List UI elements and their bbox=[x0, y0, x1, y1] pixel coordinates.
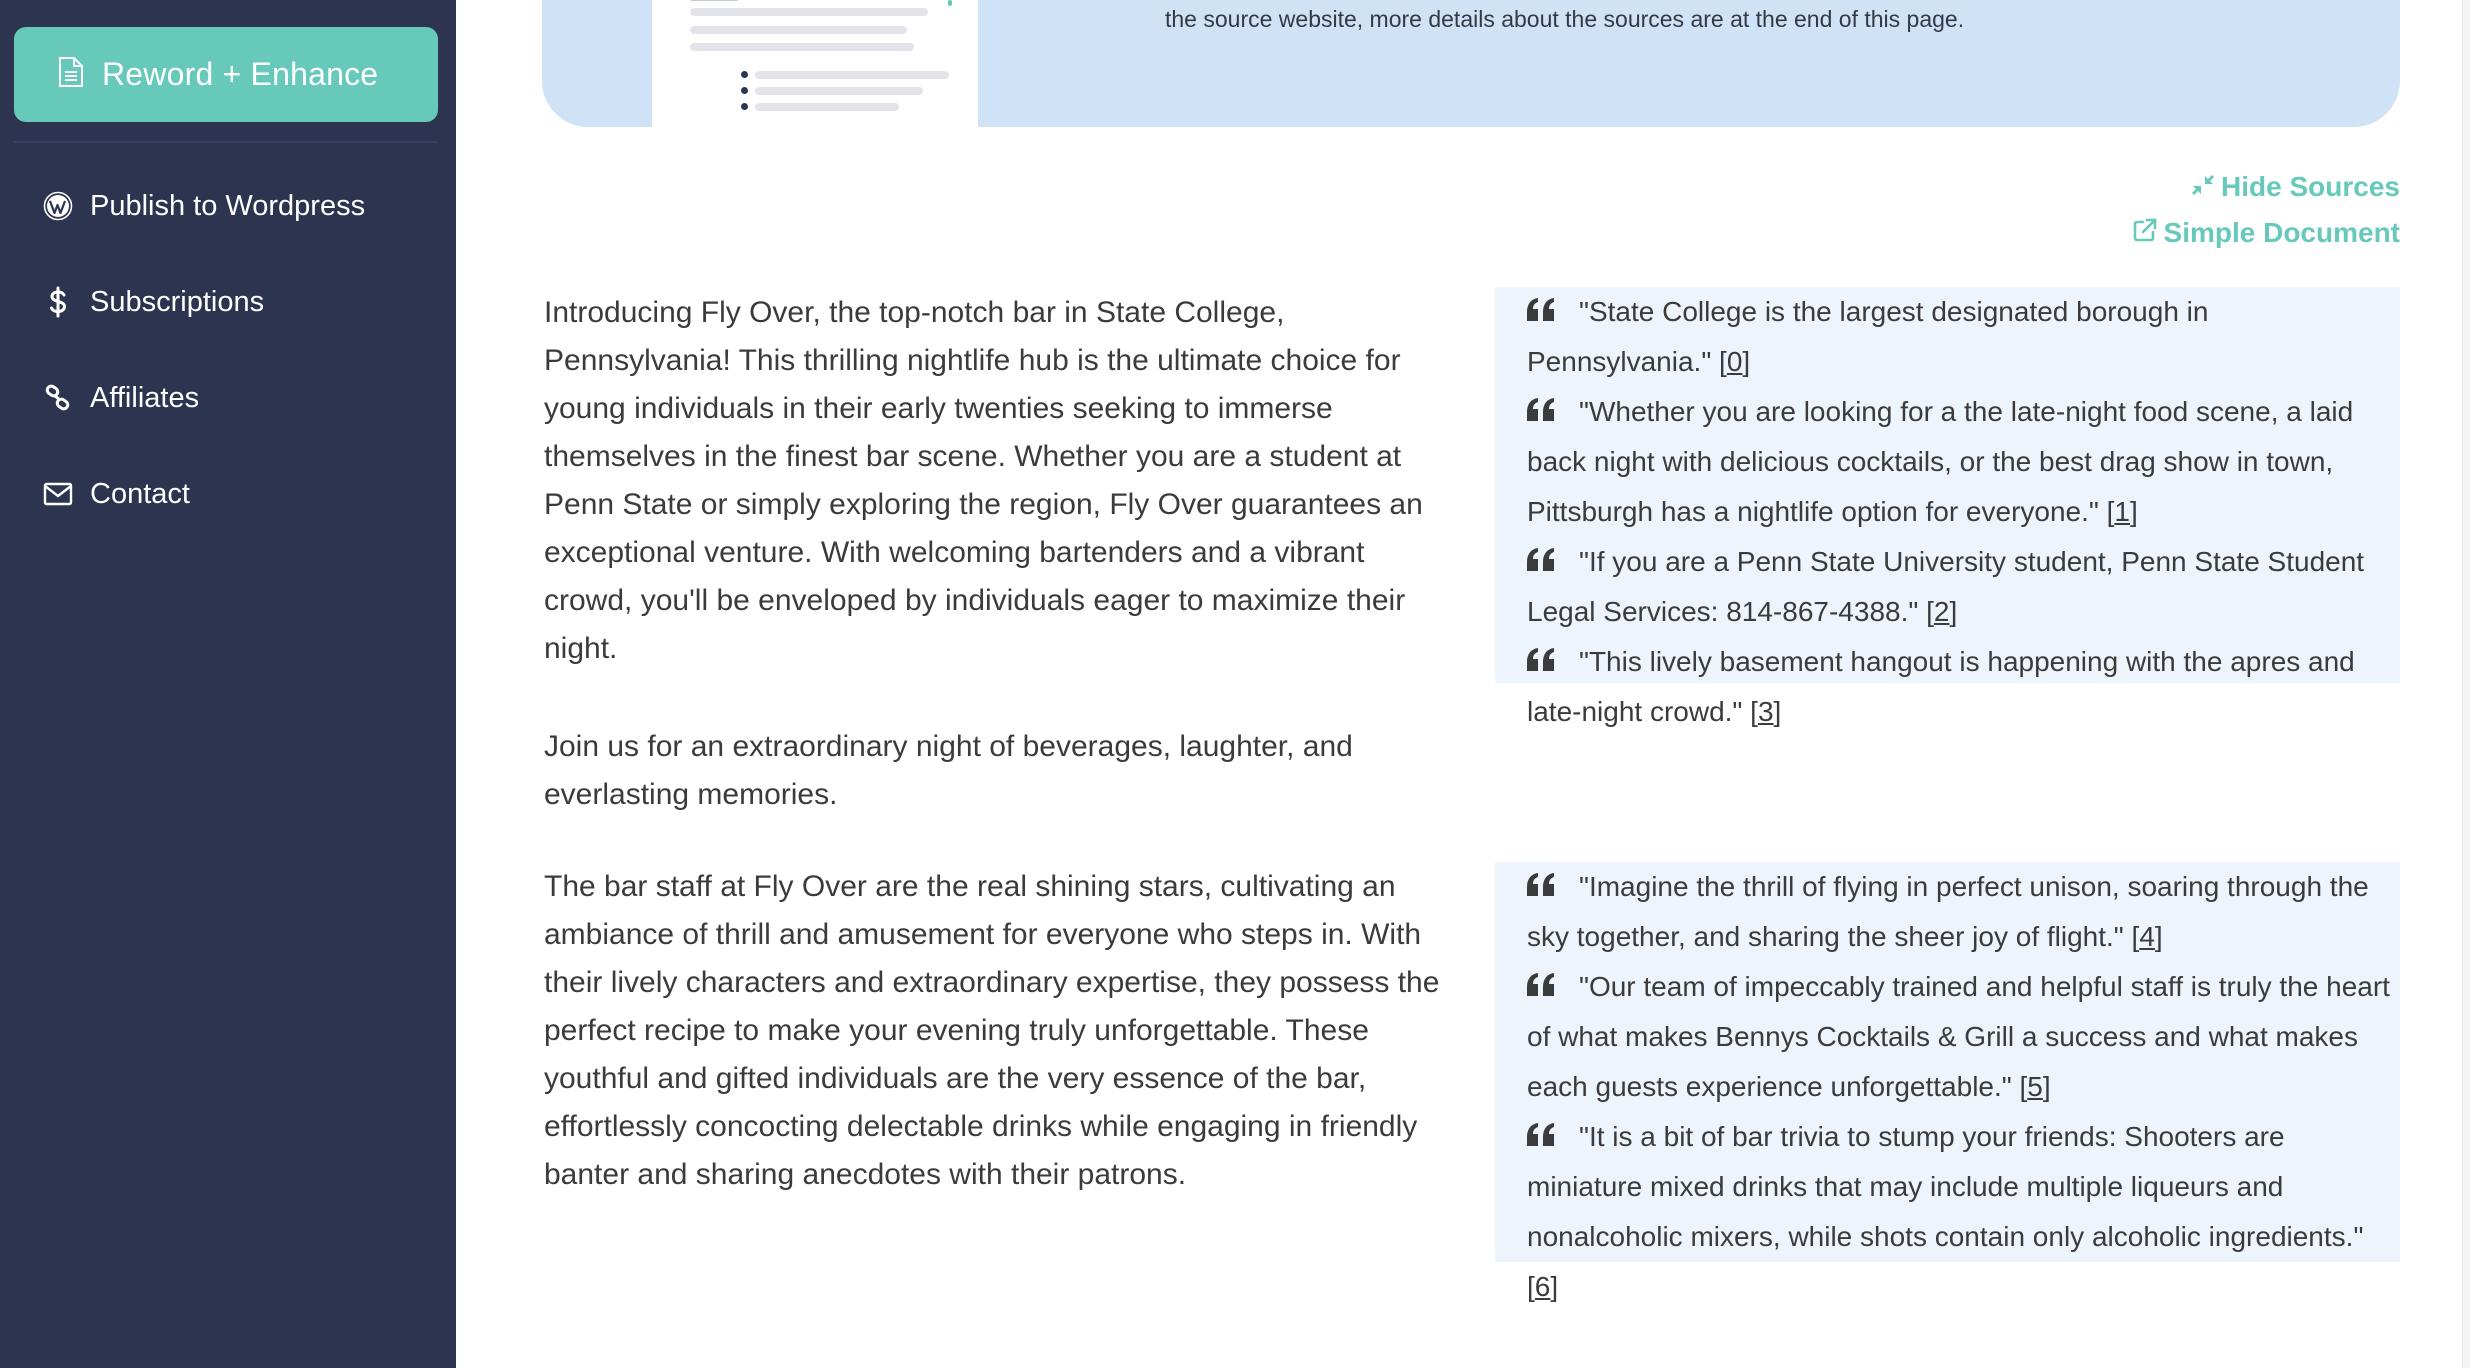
source-quote: "State College is the largest designated… bbox=[1527, 287, 2390, 387]
link-icon bbox=[42, 382, 74, 414]
source-quote: "If you are a Penn State University stud… bbox=[1527, 537, 2390, 637]
source-text: "State College is the largest designated… bbox=[1527, 296, 2209, 377]
doc-line bbox=[755, 103, 899, 111]
reword-enhance-button[interactable]: Reword + Enhance bbox=[14, 27, 438, 122]
sidebar-item-publish-wordpress[interactable]: Publish to Wordpress bbox=[0, 171, 456, 241]
source-quote: "It is a bit of bar trivia to stump your… bbox=[1527, 1112, 2390, 1312]
source-text: "Our team of impeccably trained and help… bbox=[1527, 971, 2390, 1102]
external-link-icon bbox=[2132, 217, 2164, 250]
dollar-icon bbox=[42, 286, 74, 318]
quote-icon bbox=[1527, 390, 1557, 421]
source-ref-link[interactable]: 0 bbox=[1727, 346, 1743, 377]
reword-enhance-label: Reword + Enhance bbox=[102, 56, 379, 92]
document-actions: Hide Sources Simple Document bbox=[2132, 164, 2400, 256]
simple-document-label: Simple Document bbox=[2163, 217, 2400, 248]
compress-icon bbox=[2191, 171, 2221, 203]
envelope-icon bbox=[42, 478, 74, 510]
source-text: "It is a bit of bar trivia to stump your… bbox=[1527, 1121, 2364, 1252]
sidebar-item-label: Publish to Wordpress bbox=[90, 189, 366, 222]
source-text: "This lively basement hangout is happeni… bbox=[1527, 646, 2355, 727]
doc-line bbox=[755, 87, 923, 95]
document-illustration bbox=[652, 0, 978, 127]
source-quote: "Whether you are looking for a the late-… bbox=[1527, 387, 2390, 537]
source-text: "Whether you are looking for a the late-… bbox=[1527, 396, 2354, 527]
source-quote: "Imagine the thrill of flying in perfect… bbox=[1527, 862, 2390, 962]
sidebar-item-label: Subscriptions bbox=[90, 285, 265, 318]
content-paragraph: Join us for an extraordinary night of be… bbox=[544, 730, 1353, 811]
source-quote: "This lively basement hangout is happeni… bbox=[1527, 637, 2390, 737]
sidebar-item-subscriptions[interactable]: Subscriptions bbox=[0, 267, 456, 337]
hide-sources-label: Hide Sources bbox=[2221, 171, 2400, 202]
sidebar-item-affiliates[interactable]: Affiliates bbox=[0, 363, 456, 433]
doc-bullet bbox=[741, 103, 748, 110]
quote-icon bbox=[1527, 865, 1557, 896]
source-ref-link[interactable]: 2 bbox=[1934, 596, 1950, 627]
doc-bullet bbox=[741, 87, 748, 94]
quote-icon bbox=[1527, 1115, 1557, 1146]
sources-box: "Imagine the thrill of flying in perfect… bbox=[1495, 862, 2400, 1302]
doc-line bbox=[690, 0, 738, 1]
source-ref-link[interactable]: 1 bbox=[2114, 496, 2130, 527]
sidebar-divider bbox=[14, 141, 438, 143]
doc-line bbox=[690, 43, 914, 51]
sidebar-item-label: Affiliates bbox=[90, 381, 200, 414]
document-icon bbox=[58, 56, 84, 93]
banner-text: the source website, more details about t… bbox=[1165, 6, 1965, 32]
quote-icon bbox=[1527, 640, 1557, 671]
source-text: "Imagine the thrill of flying in perfect… bbox=[1527, 871, 2369, 952]
quote-icon bbox=[1527, 290, 1557, 321]
doc-line bbox=[690, 26, 907, 34]
quote-icon bbox=[1527, 540, 1557, 571]
sidebar-item-label: Contact bbox=[90, 477, 190, 510]
content-paragraph: Introducing Fly Over, the top-notch bar … bbox=[544, 296, 1423, 665]
source-ref-link[interactable]: 5 bbox=[2027, 1071, 2043, 1102]
source-ref-link[interactable]: 3 bbox=[1758, 696, 1774, 727]
simple-document-link[interactable]: Simple Document bbox=[2132, 210, 2400, 256]
sidebar: Reword + Enhance Publish to Wordpress Su… bbox=[0, 0, 456, 1368]
info-banner: the source website, more details about t… bbox=[542, 0, 2400, 127]
source-quote: "Our team of impeccably trained and help… bbox=[1527, 962, 2390, 1112]
source-ref-link[interactable]: 4 bbox=[2139, 921, 2155, 952]
doc-line bbox=[755, 71, 949, 79]
source-ref-link[interactable]: 6 bbox=[1535, 1271, 1551, 1302]
quote-icon bbox=[1527, 965, 1557, 996]
hide-sources-link[interactable]: Hide Sources bbox=[2132, 164, 2400, 210]
page-scrollbar[interactable] bbox=[2462, 0, 2470, 1368]
wordpress-icon bbox=[42, 190, 74, 222]
doc-accent bbox=[948, 0, 952, 6]
content-paragraph: The bar staff at Fly Over are the real s… bbox=[544, 870, 1440, 1191]
doc-line bbox=[690, 8, 928, 16]
doc-bullet bbox=[741, 71, 748, 78]
sources-box: "State College is the largest designated… bbox=[1495, 287, 2400, 727]
sidebar-item-contact[interactable]: Contact bbox=[0, 459, 456, 529]
